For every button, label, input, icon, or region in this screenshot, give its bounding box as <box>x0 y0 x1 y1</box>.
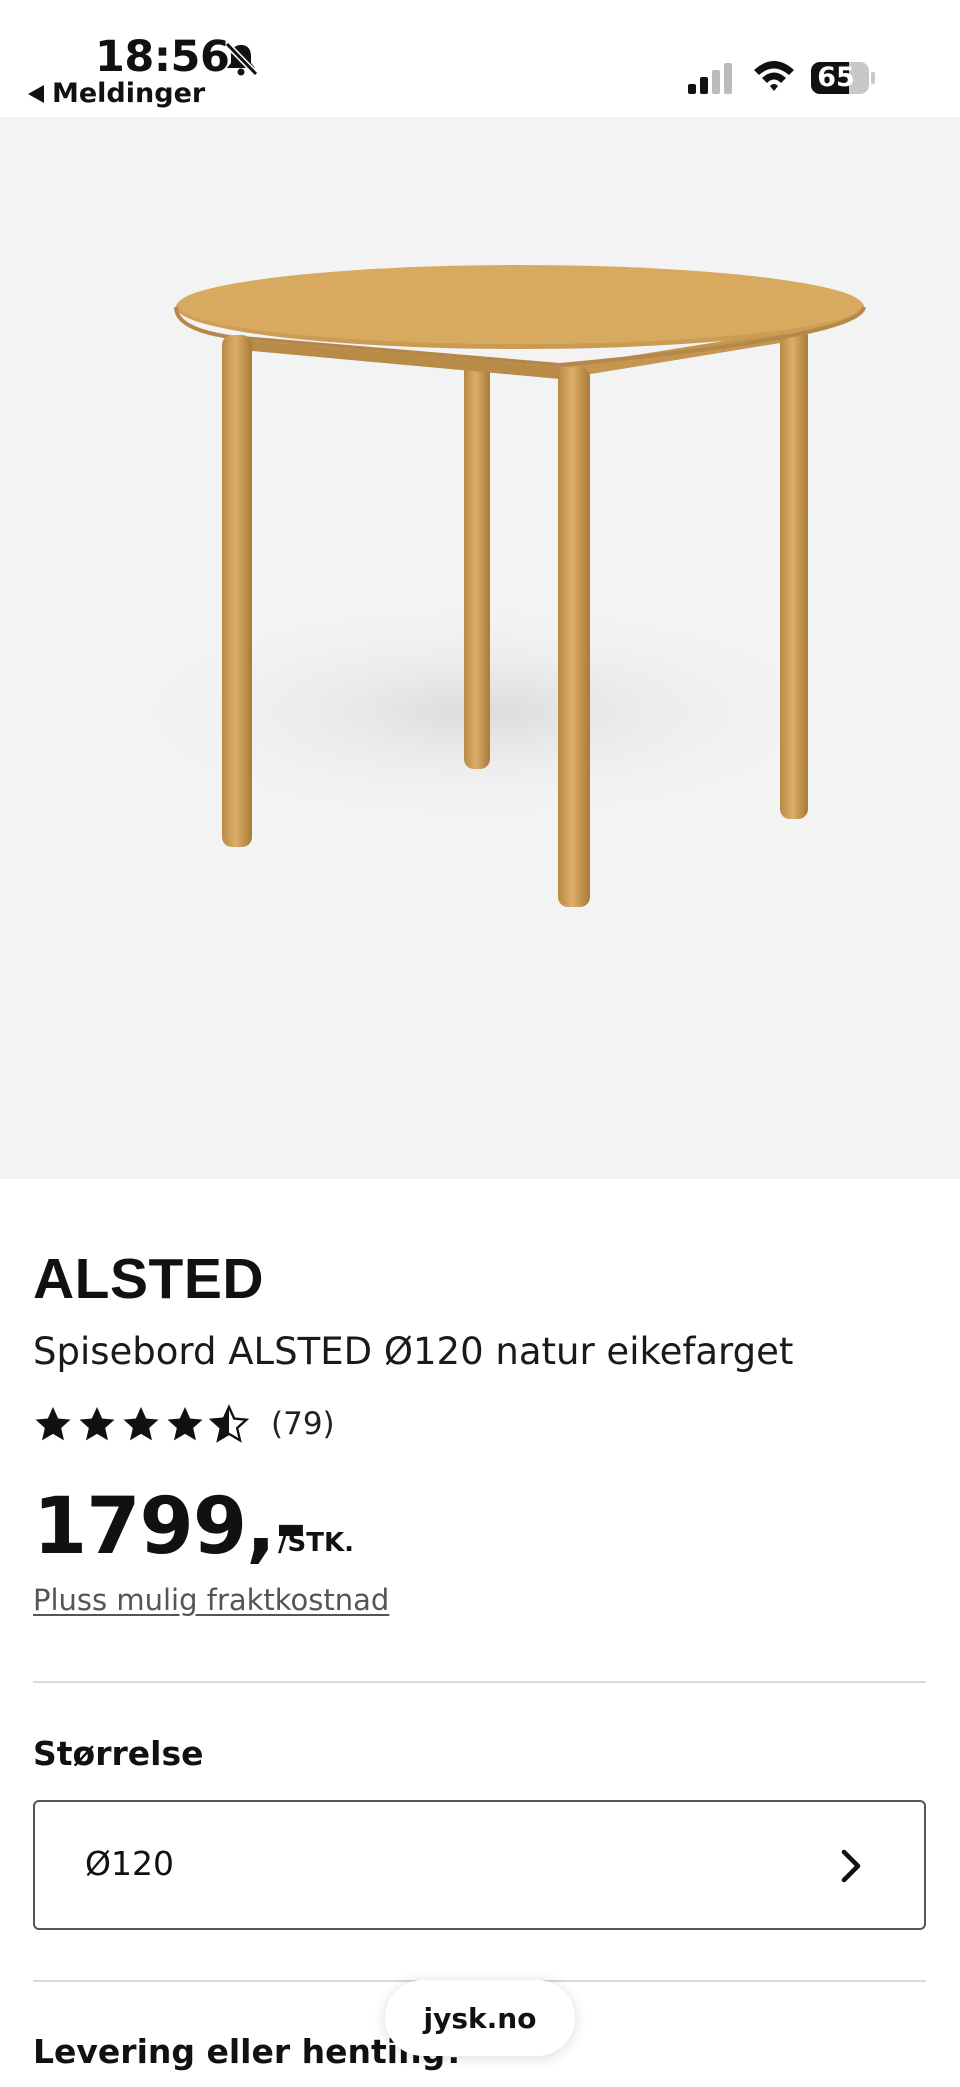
star-full-icon <box>167 1407 203 1441</box>
back-to-app-button[interactable]: Meldinger <box>28 78 205 109</box>
size-selected-value: Ø120 <box>85 1844 174 1883</box>
chevron-right-icon <box>841 1849 861 1883</box>
product-brand: ALSTED <box>33 1247 264 1311</box>
back-triangle-icon <box>28 84 44 103</box>
wifi-icon <box>754 61 794 91</box>
clock: 18:56 <box>95 32 230 82</box>
product-rating[interactable]: (79) <box>33 1404 335 1444</box>
star-full-icon <box>35 1407 71 1441</box>
rating-count: (79) <box>271 1406 335 1442</box>
product-price: 1799,- <box>33 1482 307 1572</box>
battery-level: 65 <box>817 62 855 93</box>
size-label: Størrelse <box>33 1734 204 1773</box>
product-image-gallery[interactable] <box>0 117 960 1179</box>
product-description: Spisebord ALSTED Ø120 natur eikefarget <box>33 1330 794 1373</box>
shipping-cost-link[interactable]: Pluss mulig fraktkostnad <box>33 1583 389 1617</box>
bell-slash-icon <box>224 41 259 77</box>
divider <box>33 1681 926 1683</box>
status-bar: 18:56 Meldinger 65 <box>0 0 960 117</box>
browser-url-pill[interactable]: jysk.no <box>385 1980 575 2056</box>
back-app-label: Meldinger <box>52 78 206 109</box>
star-full-icon <box>79 1407 115 1441</box>
size-selector[interactable]: Ø120 <box>33 1800 926 1930</box>
star-full-icon <box>123 1407 159 1441</box>
star-half-icon <box>209 1404 249 1443</box>
round-oak-table-image <box>120 265 866 907</box>
price-unit: /STK. <box>278 1528 354 1558</box>
signal-icon <box>688 63 732 94</box>
